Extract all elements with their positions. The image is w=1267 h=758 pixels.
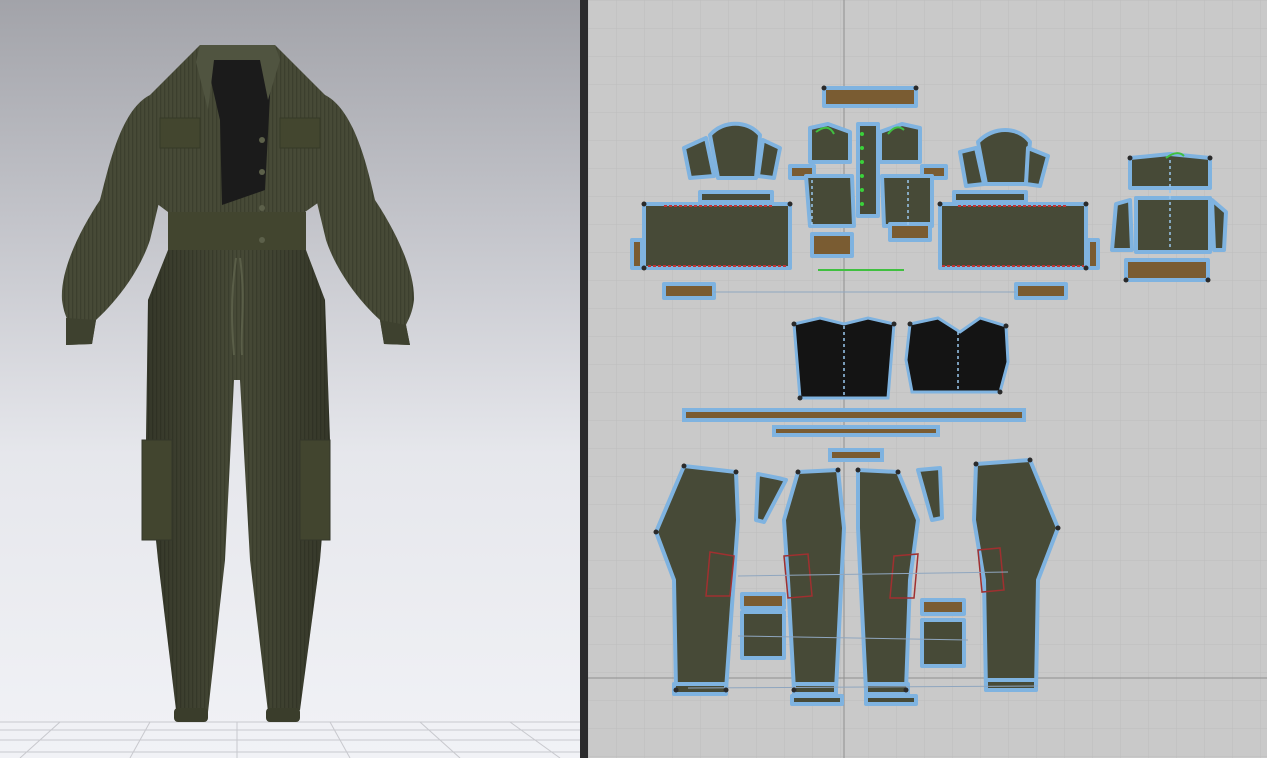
2d-pattern-window[interactable] bbox=[588, 0, 1267, 758]
pattern-piece bbox=[740, 592, 786, 610]
3d-viewport[interactable] bbox=[0, 0, 580, 758]
pattern-piece bbox=[804, 174, 856, 228]
right-sleeve bbox=[314, 95, 415, 345]
pattern-piece bbox=[920, 598, 966, 616]
pattern-piece bbox=[682, 408, 1026, 422]
pattern-piece bbox=[740, 610, 786, 660]
pattern-piece bbox=[708, 121, 762, 180]
pattern-piece bbox=[630, 238, 644, 270]
floor-grid bbox=[0, 721, 580, 758]
pattern-piece bbox=[662, 282, 716, 300]
pattern-piece bbox=[810, 232, 854, 258]
pattern-piece bbox=[976, 128, 1032, 186]
waistband bbox=[168, 212, 306, 252]
left-sleeve bbox=[61, 95, 162, 345]
pattern-piece bbox=[782, 468, 846, 692]
pattern-canvas[interactable] bbox=[588, 0, 1267, 758]
pattern-piece bbox=[672, 682, 728, 696]
pattern-piece bbox=[828, 448, 884, 462]
pattern-piece bbox=[864, 682, 910, 696]
pattern-piece bbox=[880, 174, 934, 228]
pattern-piece bbox=[1110, 198, 1134, 252]
pattern-piece bbox=[878, 122, 922, 164]
panel-divider[interactable] bbox=[580, 0, 588, 758]
avatar-garment-render[interactable] bbox=[0, 0, 580, 758]
pattern-piece bbox=[984, 678, 1038, 692]
pattern-piece bbox=[938, 202, 1088, 270]
pattern-piece bbox=[822, 86, 918, 108]
pattern-piece bbox=[1128, 152, 1212, 190]
pattern-piece bbox=[920, 618, 966, 668]
pattern-piece bbox=[790, 694, 844, 706]
pattern-piece bbox=[642, 202, 792, 270]
pattern-piece bbox=[1124, 258, 1210, 282]
pattern-piece bbox=[904, 316, 1010, 394]
pattern-piece bbox=[772, 425, 940, 437]
pattern-piece bbox=[756, 138, 782, 180]
pattern-piece bbox=[792, 682, 838, 696]
pattern-piece bbox=[952, 190, 1028, 204]
pattern-piece bbox=[856, 468, 920, 692]
pattern-piece bbox=[698, 190, 774, 204]
pattern-piece bbox=[864, 694, 918, 706]
pattern-piece bbox=[1134, 196, 1212, 254]
pattern-piece bbox=[888, 222, 932, 242]
pattern-piece bbox=[856, 122, 880, 218]
pattern-piece bbox=[1014, 282, 1068, 300]
pattern-piece bbox=[1086, 238, 1100, 270]
